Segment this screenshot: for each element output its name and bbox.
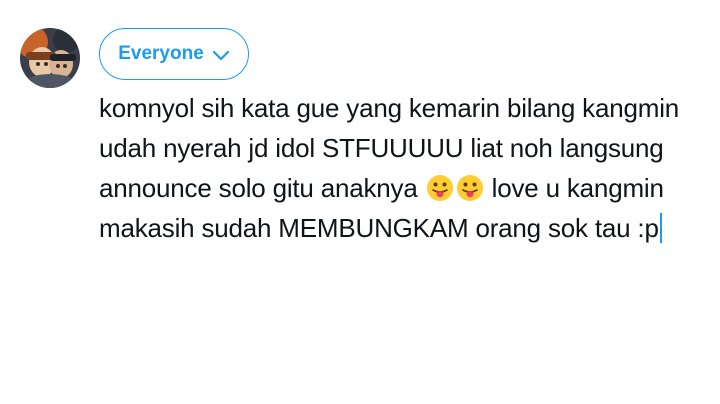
- audience-selector-button[interactable]: Everyone: [99, 28, 249, 80]
- text-cursor: [659, 213, 662, 243]
- compose-text-area[interactable]: komnyol sih kata gue yang kemarin bilang…: [99, 88, 704, 248]
- tongue-out-face-icon: [456, 173, 484, 201]
- audience-label: Everyone: [118, 43, 204, 64]
- tongue-out-face-icon: [426, 173, 454, 201]
- chevron-down-icon: [212, 49, 230, 61]
- avatar[interactable]: [20, 28, 80, 88]
